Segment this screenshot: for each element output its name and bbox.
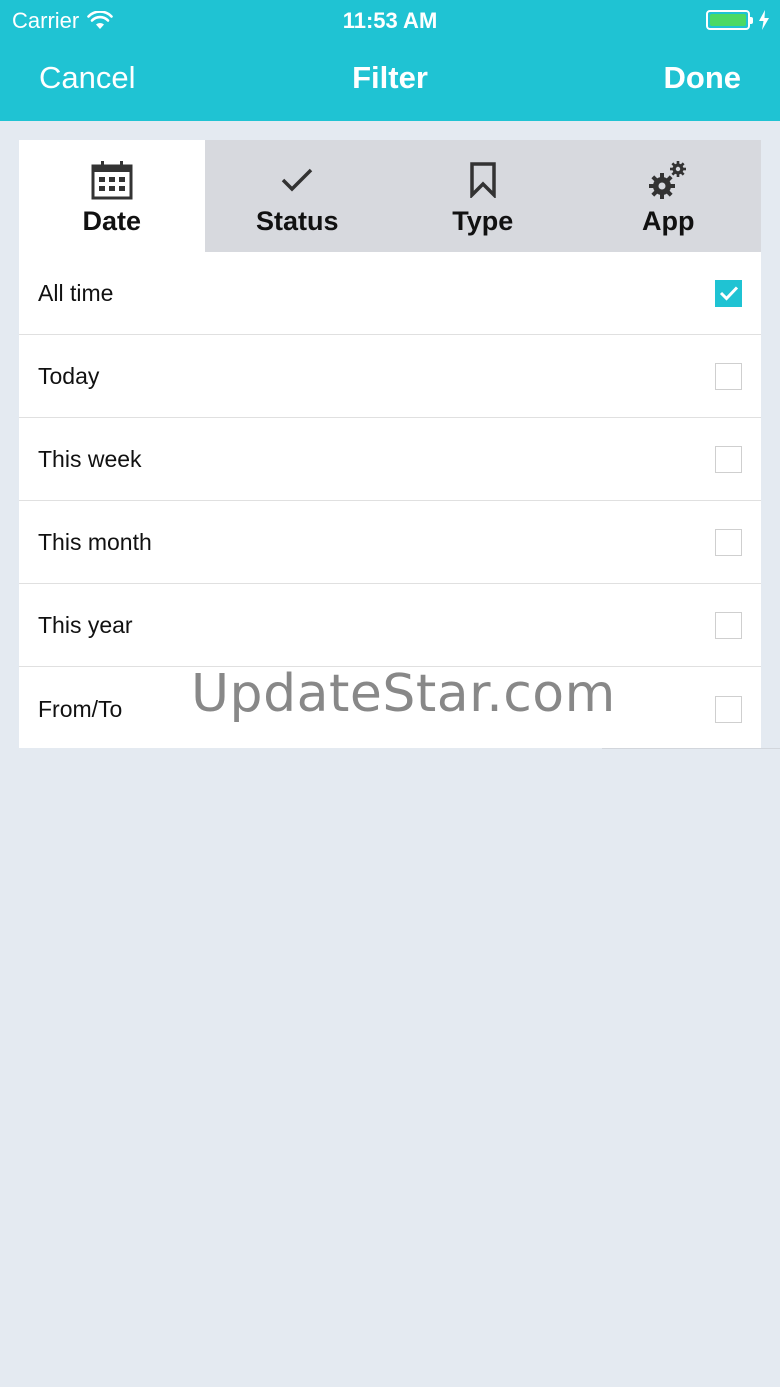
divider (602, 748, 780, 749)
checkbox-unchecked[interactable] (715, 528, 742, 556)
tab-app[interactable]: App (576, 140, 762, 252)
charging-bolt-icon (759, 10, 769, 30)
navigation-bar: Cancel Filter Done (0, 60, 780, 100)
checkbox-unchecked[interactable] (715, 445, 742, 473)
bookmark-icon (461, 158, 505, 202)
header: Carrier 11:53 AM Cancel Filter Done (0, 0, 780, 121)
option-today[interactable]: Today (19, 335, 761, 418)
calendar-icon (90, 158, 134, 202)
option-all-time[interactable]: All time (19, 252, 761, 335)
tab-app-label: App (642, 206, 695, 236)
battery-indicator (706, 10, 770, 30)
option-label: This week (38, 445, 142, 472)
done-button[interactable]: Done (664, 60, 742, 96)
option-this-year[interactable]: This year (19, 584, 761, 667)
tab-status[interactable]: Status (205, 140, 391, 252)
tab-date-label: Date (82, 206, 142, 236)
check-icon (275, 158, 319, 202)
status-bar: Carrier 11:53 AM (0, 0, 780, 40)
tab-date[interactable]: Date (19, 140, 205, 252)
checkmark-icon (719, 286, 738, 301)
battery-icon (706, 10, 753, 30)
option-label: From/To (38, 695, 123, 722)
option-label: All time (38, 279, 114, 306)
option-this-week[interactable]: This week (19, 418, 761, 501)
checkbox-unchecked[interactable] (715, 695, 742, 723)
option-label: This month (38, 528, 152, 555)
filter-tabs: Date Status Type App (19, 140, 761, 252)
gears-icon (646, 158, 690, 202)
checkbox-checked[interactable] (715, 279, 742, 307)
option-label: Today (38, 362, 100, 389)
checkbox-unchecked[interactable] (715, 362, 742, 390)
option-label: This year (38, 611, 133, 638)
filter-panel: Date Status Type App All time Today This… (19, 140, 761, 748)
checkbox-unchecked[interactable] (715, 611, 742, 639)
option-this-month[interactable]: This month (19, 501, 761, 584)
tab-type-label: Type (452, 206, 514, 236)
tab-status-label: Status (255, 206, 339, 236)
tab-type[interactable]: Type (390, 140, 576, 252)
clock: 11:53 AM (342, 8, 438, 33)
watermark: UpdateStar.com (191, 664, 616, 724)
